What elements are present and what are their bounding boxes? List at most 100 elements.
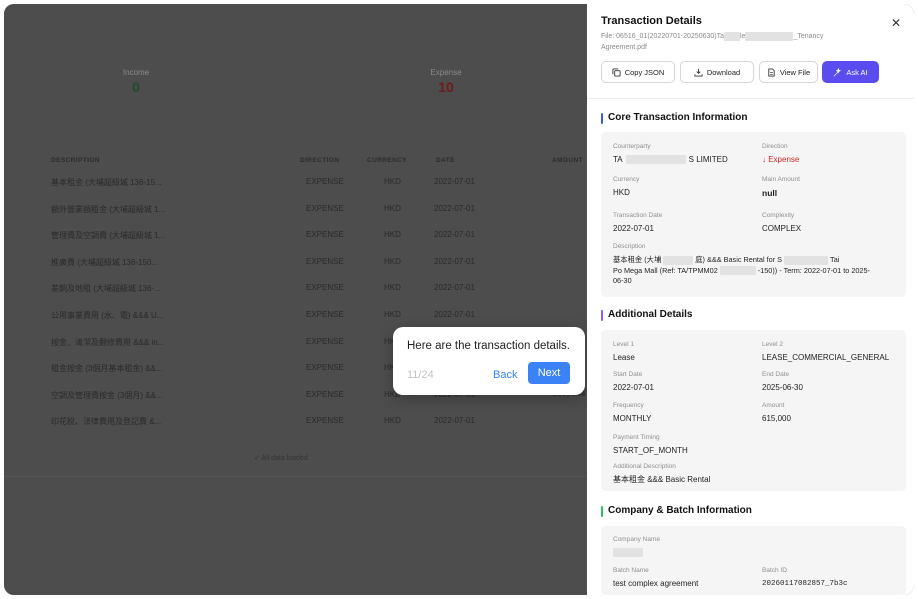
file-name: File: 06516_01(20220701-20250630)Ta le _Te… (601, 31, 881, 53)
download-label: Download (706, 67, 741, 77)
table-row[interactable]: 推廣費 (大埔超級城 136-150... EXPENSE HKD 2022-07-0… (4, 248, 587, 275)
row-description: 額外營業額租金 (大埔超級城 1... (51, 204, 166, 214)
section-accent-bar (601, 310, 603, 321)
currency-label: Currency (613, 176, 640, 183)
level1-label: Level 1 (613, 341, 634, 348)
row-description: 空調及管理費按金 (3個月) &&... (51, 390, 163, 400)
row-direction: EXPENSE (306, 283, 344, 293)
start-date-value: 2022-07-01 (613, 383, 654, 392)
download-icon (694, 68, 703, 77)
column-date[interactable]: DATE (436, 157, 455, 164)
batch-name-value: test complex agreement (613, 579, 699, 588)
row-description: 印花稅、法律費用及登記費 &... (51, 417, 162, 427)
level2-field: Level 2 LEASE_COMMERCIAL_GENERAL (762, 341, 889, 363)
amount-value: 615,000 (762, 414, 791, 423)
company-section-title: Company & Batch Information (601, 505, 752, 517)
column-currency[interactable]: CURRENCY (367, 157, 407, 164)
row-currency: HKD (384, 283, 401, 293)
table-row[interactable]: 基本租金 (大埔超級城 136-15... EXPENSE HKD 2022-07-0… (4, 168, 587, 195)
row-date: 2022-07-01 (434, 203, 475, 213)
row-description: 按金、清潔及翻修費用 &&& in... (51, 337, 165, 347)
table-row[interactable]: 額外營業額租金 (大埔超級城 1... EXPENSE HKD 2022-07-01 (4, 195, 587, 222)
redacted-block (663, 255, 694, 265)
column-direction[interactable]: DIRECTION (300, 157, 339, 164)
redacted-block (784, 255, 829, 265)
level2-label: Level 2 (762, 341, 783, 348)
batch-name-field: Batch Name test complex agreement (613, 567, 698, 589)
end-date-field: End Date 2025-06-30 (762, 371, 803, 393)
tour-message: Here are the transaction details. (407, 340, 571, 352)
view-file-label: View File (779, 67, 811, 77)
description-part: Po Mega Mall (Ref: TA/TPMM02 (613, 265, 718, 275)
income-value: 0 (132, 79, 140, 95)
row-currency: HKD (384, 309, 401, 319)
additional-description-label: Additional Description (613, 463, 676, 470)
transaction-date-label: Transaction Date (613, 212, 663, 219)
tour-back-button[interactable]: Back (493, 369, 517, 381)
complexity-value: COMPLEX (762, 224, 802, 233)
row-date: 2022-07-01 (434, 230, 475, 240)
table-row[interactable]: 差餉及地租 (大埔超級城 136-... EXPENSE HKD 2022-07-01 (4, 274, 587, 301)
all-data-loaded-text: ✓ All data loaded (254, 455, 308, 462)
income-stat: Income 0 (76, 68, 196, 95)
transactions-overlay-background: Income 0 Expense 10 DESCRIPTION DIRECTIO… (4, 4, 587, 595)
complexity-label: Complexity (762, 212, 795, 219)
row-direction: EXPENSE (306, 177, 344, 186)
additional-description-value: 基本租金 &&& Basic Rental (613, 475, 711, 484)
description-field: Description 基本租金 (大埔 庭) &&& Basic Rental … (613, 243, 898, 287)
frequency-value: MONTHLY (613, 414, 652, 423)
ask-ai-label: Ask AI (846, 67, 868, 77)
level1-field: Level 1 Lease (613, 341, 635, 363)
counterparty-field: Counterparty TA S LIMITED (613, 143, 728, 165)
level2-value: LEASE_COMMERCIAL_GENERAL (762, 353, 890, 362)
column-amount[interactable]: AMOUNT (552, 157, 583, 164)
description-part: 庭) &&& Basic Rental for S (695, 255, 783, 264)
copy-icon (612, 67, 621, 77)
row-currency: HKD (384, 256, 401, 266)
payment-timing-field: Payment Timing START_OF_MONTH (613, 434, 688, 456)
core-section-title: Core Transaction Information (601, 112, 748, 124)
table-row[interactable]: 管理費及空調費 (大埔超級城 1... EXPENSE HKD 2022-07-01 (4, 221, 587, 248)
row-direction: EXPENSE (306, 363, 344, 373)
redacted-block (724, 31, 740, 41)
core-section-title-text: Core Transaction Information (608, 112, 748, 123)
currency-value: HKD (613, 188, 630, 197)
copy-json-button[interactable]: Copy JSON (601, 61, 675, 83)
start-date-field: Start Date 2022-07-01 (613, 371, 654, 393)
copy-json-label: Copy JSON (624, 67, 665, 77)
ask-ai-button[interactable]: Ask AI (822, 61, 879, 83)
redacted-block (745, 31, 794, 41)
redacted-block (719, 266, 756, 276)
frequency-label: Frequency (613, 402, 644, 409)
row-direction: EXPENSE (306, 256, 344, 266)
download-button[interactable]: Download (680, 61, 754, 83)
table-row[interactable]: 公用事業費用 (水、電) &&& U... EXPENSE HKD 2022-07-0… (4, 301, 587, 328)
counterparty-label: Counterparty (613, 143, 651, 150)
description-part: 基本租金 (大埔 (613, 255, 662, 264)
column-description[interactable]: DESCRIPTION (51, 157, 100, 164)
section-accent-bar (601, 113, 603, 124)
tour-next-button[interactable]: Next (528, 362, 570, 384)
view-file-button[interactable]: View File (759, 61, 818, 83)
row-date: 2022-07-01 (434, 283, 475, 293)
row-currency: HKD (384, 416, 401, 426)
description-part: -150)) - Term: 2022-07-01 to 2025- (757, 265, 870, 275)
additional-section: Level 1 Lease Level 2 LEASE_COMMERCIAL_G… (601, 330, 906, 491)
row-direction: EXPENSE (306, 416, 344, 426)
row-direction: EXPENSE (306, 336, 344, 346)
redacted-block (613, 548, 643, 558)
close-icon[interactable]: ✕ (889, 16, 903, 30)
currency-field: Currency HKD (613, 176, 639, 198)
company-name-label: Company Name (613, 536, 660, 543)
amount-field: Amount 615,000 (762, 402, 791, 424)
row-currency: HKD (384, 203, 401, 213)
income-label: Income (122, 68, 150, 77)
row-direction: EXPENSE (306, 203, 344, 213)
main-amount-value: null (762, 188, 778, 198)
row-description: 公用事業費用 (水、電) &&& U... (51, 310, 164, 320)
expense-label: Expense (430, 68, 462, 77)
table-row[interactable]: 印花稅、法律費用及登記費 &... EXPENSE HKD 2022-07-01 (4, 407, 587, 434)
redacted-block (625, 155, 686, 165)
company-section-title-text: Company & Batch Information (608, 505, 752, 516)
app-window: Income 0 Expense 10 DESCRIPTION DIRECTIO… (4, 4, 914, 595)
